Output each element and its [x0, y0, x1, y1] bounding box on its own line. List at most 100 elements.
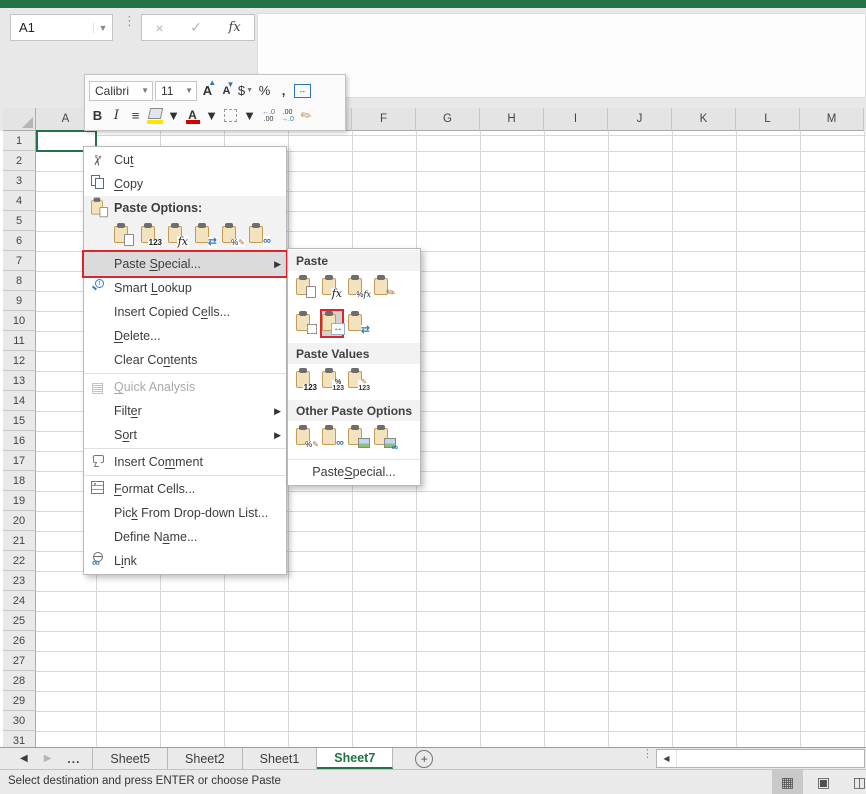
- font-color-icon[interactable]: A: [184, 105, 201, 126]
- name-box-dropdown-icon[interactable]: ▼: [93, 23, 112, 33]
- formulas-fx-icon[interactable]: fx: [322, 275, 342, 300]
- row-header-19[interactable]: 19: [3, 491, 36, 511]
- row-header-6[interactable]: 6: [3, 231, 36, 251]
- font-size-combo[interactable]: 11 ▼: [155, 81, 197, 101]
- row-header-7[interactable]: 7: [3, 251, 36, 271]
- scrollbar-track[interactable]: [677, 750, 864, 767]
- formulas-number-icon[interactable]: %fx: [348, 275, 368, 300]
- row-header-24[interactable]: 24: [3, 591, 36, 611]
- column-header-M[interactable]: M: [800, 108, 864, 131]
- row-header-20[interactable]: 20: [3, 511, 36, 531]
- cancel-icon[interactable]: ×: [155, 20, 163, 36]
- menu-item-format-cells[interactable]: Format Cells...: [84, 477, 286, 501]
- menu-item-insert-copied-cells[interactable]: Insert Copied Cells...: [84, 300, 286, 324]
- row-header-18[interactable]: 18: [3, 471, 36, 491]
- tabbar-splitter-handle[interactable]: ⋮: [642, 751, 653, 758]
- tab-overflow-button[interactable]: ...: [67, 752, 84, 766]
- menu-item-insert-comment[interactable]: ⁺Insert Comment: [84, 450, 286, 474]
- font-color-dropdown-icon[interactable]: ▼: [203, 105, 220, 126]
- insert-function-icon[interactable]: fx: [229, 20, 241, 35]
- row-header-8[interactable]: 8: [3, 271, 36, 291]
- grow-font-button[interactable]: A▲: [199, 80, 216, 101]
- font-name-dropdown-icon[interactable]: ▼: [141, 86, 152, 95]
- menu-item-define-name[interactable]: Define Name...: [84, 525, 286, 549]
- next-sheet-icon[interactable]: ▶: [44, 753, 52, 764]
- borders-icon[interactable]: [222, 105, 239, 126]
- align-center-icon[interactable]: ≡: [127, 105, 144, 126]
- formatting-percent-icon[interactable]: %✎: [222, 223, 242, 245]
- keep-source-formatting-icon[interactable]: ✎: [374, 275, 394, 300]
- no-borders-icon[interactable]: [296, 311, 316, 336]
- row-header-5[interactable]: 5: [3, 211, 36, 231]
- merge-center-icon[interactable]: ↔: [294, 80, 311, 101]
- sheet-tab-sheet5[interactable]: Sheet5: [92, 748, 168, 769]
- formula-bar-handle[interactable]: ⋮: [123, 18, 136, 24]
- menu-item-link[interactable]: ∞Link: [84, 549, 286, 573]
- borders-dropdown-icon[interactable]: ▼: [241, 105, 258, 126]
- menu-item-filter[interactable]: Filter▶: [84, 399, 286, 423]
- formatting-percent-icon[interactable]: %✎: [296, 425, 316, 450]
- column-header-H[interactable]: H: [480, 108, 544, 131]
- column-header-L[interactable]: L: [736, 108, 800, 131]
- row-header-9[interactable]: 9: [3, 291, 36, 311]
- column-header-J[interactable]: J: [608, 108, 672, 131]
- menu-item-sort[interactable]: Sort▶: [84, 423, 286, 447]
- transpose-icon[interactable]: ⇄: [348, 311, 368, 336]
- normal-view-button[interactable]: ▦: [772, 770, 803, 794]
- menu-item-copy[interactable]: Copy: [84, 172, 286, 196]
- decrease-decimal-icon[interactable]: ←.0.00: [260, 105, 277, 126]
- row-header-25[interactable]: 25: [3, 611, 36, 631]
- column-header-F[interactable]: F: [352, 108, 416, 131]
- row-header-14[interactable]: 14: [3, 391, 36, 411]
- select-all-button[interactable]: [3, 108, 36, 131]
- sheet-tab-sheet2[interactable]: Sheet2: [168, 748, 243, 769]
- page-layout-view-button[interactable]: ▣: [808, 770, 839, 794]
- transpose-icon[interactable]: ⇄: [195, 223, 215, 245]
- name-box[interactable]: A1 ▼: [10, 14, 113, 41]
- paste-link-icon[interactable]: ∞: [249, 223, 269, 245]
- values-123-icon[interactable]: 123: [296, 368, 316, 393]
- values-source-icon[interactable]: ✎123: [348, 368, 368, 393]
- menu-item-clear-contents[interactable]: Clear Contents: [84, 348, 286, 372]
- row-header-17[interactable]: 17: [3, 451, 36, 471]
- horizontal-scrollbar[interactable]: ◀: [656, 749, 865, 768]
- row-header-27[interactable]: 27: [3, 651, 36, 671]
- bold-button[interactable]: B: [89, 105, 106, 126]
- prev-sheet-icon[interactable]: ◀: [20, 753, 28, 764]
- picture-icon[interactable]: [348, 425, 368, 450]
- paste-blank-icon[interactable]: [114, 223, 134, 245]
- increase-decimal-icon[interactable]: .00→.0: [279, 105, 296, 126]
- font-size-dropdown-icon[interactable]: ▼: [185, 86, 196, 95]
- menu-item-cut[interactable]: ✂Cut: [84, 148, 286, 172]
- row-header-21[interactable]: 21: [3, 531, 36, 551]
- fill-color-dropdown-icon[interactable]: ▼: [165, 105, 182, 126]
- sheet-tab-sheet7[interactable]: Sheet7: [317, 748, 393, 769]
- column-header-G[interactable]: G: [416, 108, 480, 131]
- page-break-preview-button[interactable]: ◫: [844, 770, 866, 794]
- paste-link-icon[interactable]: ∞: [322, 425, 342, 450]
- row-header-1[interactable]: 1: [3, 131, 36, 151]
- font-name-combo[interactable]: Calibri ▼: [89, 81, 153, 101]
- menu-item-delete[interactable]: Delete...: [84, 324, 286, 348]
- sheet-tab-sheet1[interactable]: Sheet1: [243, 748, 318, 769]
- row-header-28[interactable]: 28: [3, 671, 36, 691]
- new-sheet-button[interactable]: +: [415, 748, 433, 769]
- row-header-4[interactable]: 4: [3, 191, 36, 211]
- column-header-I[interactable]: I: [544, 108, 608, 131]
- format-painter-icon[interactable]: ✎: [298, 105, 315, 126]
- row-header-10[interactable]: 10: [3, 311, 36, 331]
- menu-item-paste-special[interactable]: Paste Special...▶: [84, 252, 286, 276]
- row-header-11[interactable]: 11: [3, 331, 36, 351]
- accounting-format-button[interactable]: $▼: [237, 80, 254, 101]
- formulas-fx-icon[interactable]: fx: [168, 223, 188, 245]
- enter-icon[interactable]: ✓: [190, 19, 202, 36]
- keep-widths-icon[interactable]: ↔: [322, 311, 342, 336]
- scroll-left-icon[interactable]: ◀: [657, 750, 677, 767]
- menu-item-pick-from-list[interactable]: Pick From Drop-down List...: [84, 501, 286, 525]
- row-header-29[interactable]: 29: [3, 691, 36, 711]
- row-header-22[interactable]: 22: [3, 551, 36, 571]
- paste-blank-icon[interactable]: [296, 275, 316, 300]
- percent-style-button[interactable]: %: [256, 80, 273, 101]
- row-header-26[interactable]: 26: [3, 631, 36, 651]
- row-header-13[interactable]: 13: [3, 371, 36, 391]
